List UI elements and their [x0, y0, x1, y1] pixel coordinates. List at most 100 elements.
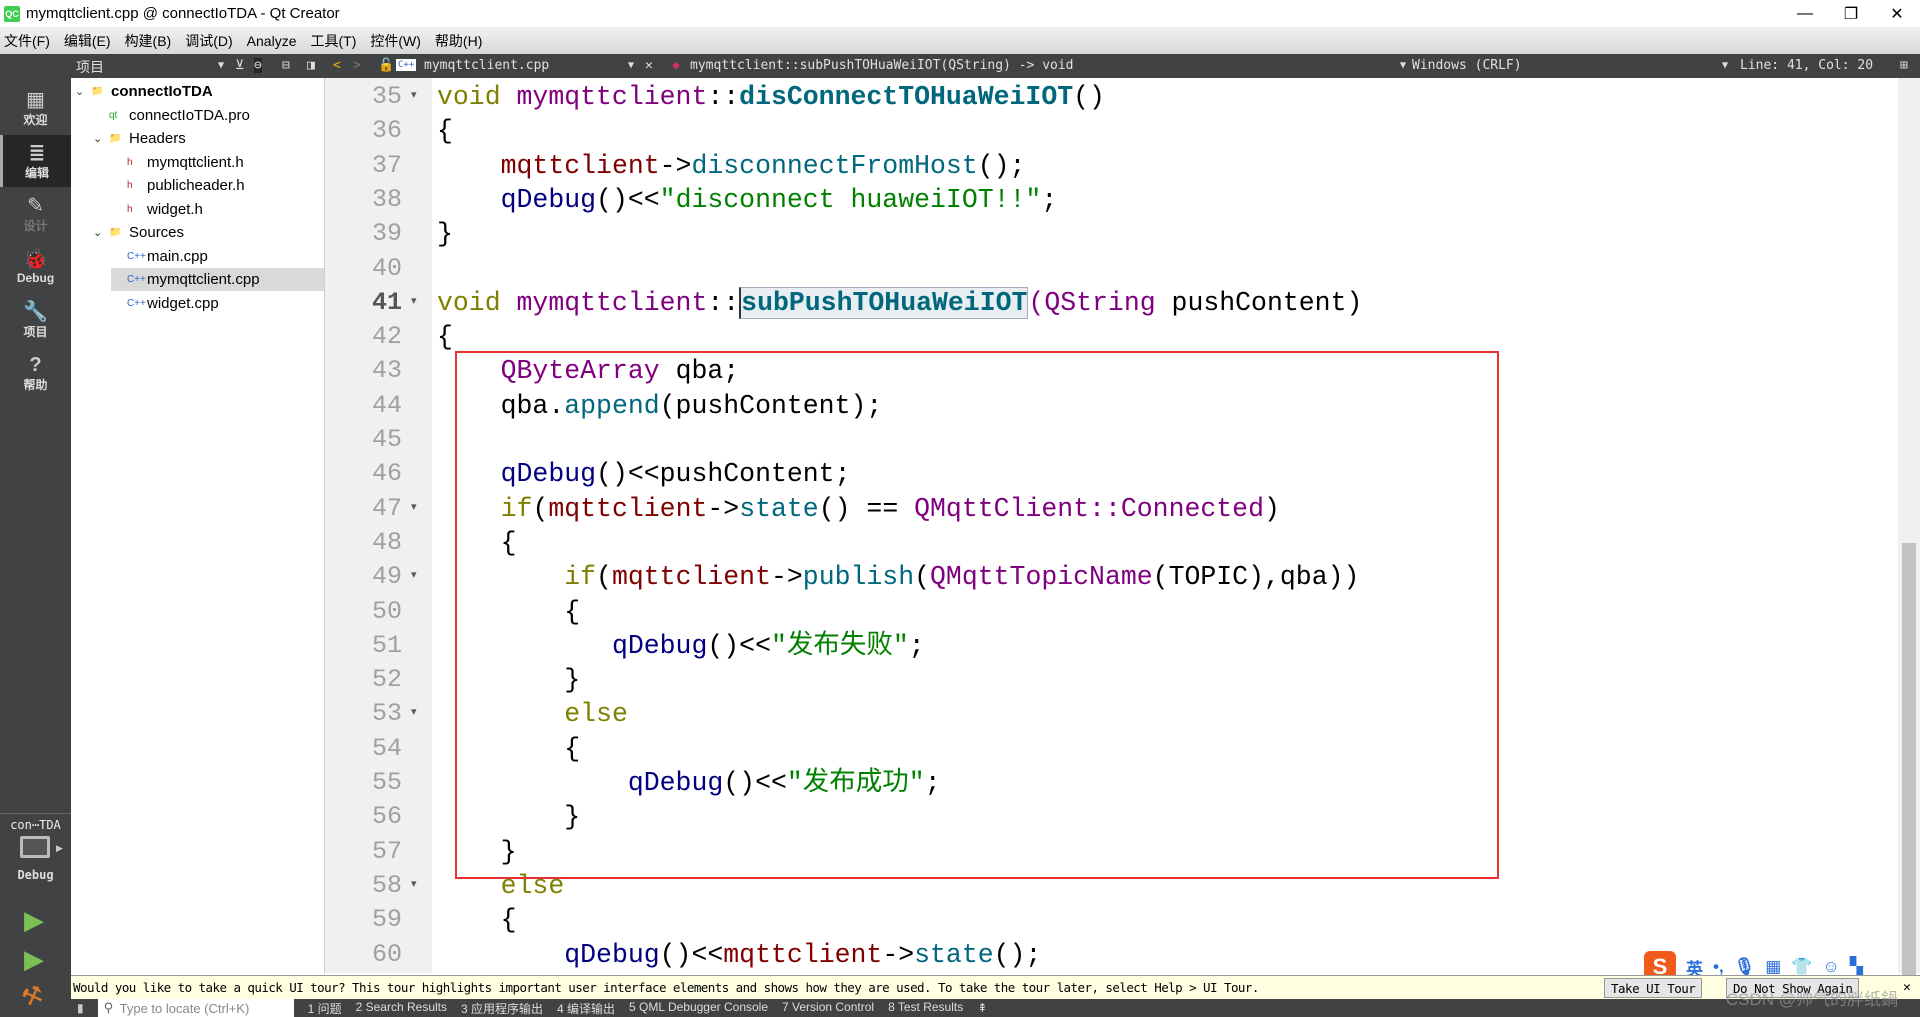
- fold-marker-icon[interactable]: ▾: [411, 705, 417, 718]
- close-file-icon[interactable]: ✕: [645, 58, 653, 73]
- code-line[interactable]: mqttclient->disconnectFromHost();: [437, 149, 1026, 183]
- tree-item-label: main.cpp: [147, 247, 208, 265]
- skin-icon[interactable]: 👕: [1791, 957, 1812, 977]
- code-token: ->: [659, 150, 692, 181]
- fold-marker-icon[interactable]: ▾: [411, 88, 417, 101]
- code-token: {: [437, 322, 453, 353]
- back-icon[interactable]: <: [333, 58, 341, 73]
- mode-编辑[interactable]: ≣ 编辑: [0, 135, 71, 187]
- scrollbar-thumb[interactable]: [1902, 543, 1916, 978]
- line-number: 54: [371, 733, 402, 763]
- menu-item[interactable]: 帮助(H): [435, 31, 482, 51]
- output-pane-tab[interactable]: 5 QML Debugger Console: [629, 1000, 768, 1017]
- tree-item[interactable]: ⌄ 📁 connectIoTDA: [75, 80, 324, 103]
- menu-item[interactable]: 工具(T): [310, 31, 356, 51]
- output-pane-tab[interactable]: 3 应用程序输出: [461, 1000, 543, 1017]
- code-line[interactable]: {: [437, 114, 453, 148]
- menu-item[interactable]: 调试(D): [185, 31, 232, 51]
- mode-项目[interactable]: 🔧 项目: [0, 294, 71, 346]
- run-icon[interactable]: ▶: [24, 905, 44, 936]
- forward-icon[interactable]: >: [353, 58, 361, 73]
- output-pane-tab[interactable]: 7 Version Control: [782, 1000, 874, 1017]
- mode-欢迎[interactable]: ▦ 欢迎: [0, 82, 71, 134]
- output-pane-tab[interactable]: 1 问题: [308, 1000, 342, 1017]
- tree-item[interactable]: C++ mymqttclient.cpp: [111, 268, 324, 291]
- split-editor-icon[interactable]: ⊞: [1900, 58, 1908, 73]
- menu-item[interactable]: Analyze: [247, 33, 297, 49]
- menu-item[interactable]: 控件(W): [370, 31, 421, 51]
- close-button[interactable]: ✕: [1874, 0, 1920, 27]
- toggle-sidebar-icon[interactable]: ▮: [77, 1001, 84, 1015]
- tree-item[interactable]: h publicheader.h: [111, 174, 324, 197]
- tree-item[interactable]: C++ widget.cpp: [111, 292, 324, 315]
- chevron-down-icon[interactable]: ⌄: [75, 85, 91, 98]
- code-line[interactable]: void mymqttclient::disConnectTOHuaWeiIOT…: [437, 80, 1105, 114]
- output-pane-tab[interactable]: 2 Search Results: [356, 1000, 447, 1017]
- monitor-icon[interactable]: [20, 836, 50, 858]
- code-line[interactable]: {: [437, 320, 453, 354]
- code-line[interactable]: void mymqttclient::subPushTOHuaWeiIOT(QS…: [437, 286, 1362, 320]
- mode-设计[interactable]: ✎ 设计: [0, 188, 71, 240]
- menu-item[interactable]: 编辑(E): [64, 31, 111, 51]
- code-line[interactable]: qDebug()<<"disconnect huaweiIOT!!";: [437, 183, 1058, 217]
- output-pane-tab[interactable]: 8 Test Results: [888, 1000, 963, 1017]
- code-token: void: [437, 82, 517, 112]
- chevron-down-icon[interactable]: ⌄: [93, 132, 109, 145]
- tree-item[interactable]: C++ main.cpp: [111, 245, 324, 268]
- fold-marker-icon[interactable]: ▾: [411, 500, 417, 513]
- punctuation-icon[interactable]: •,: [1713, 957, 1724, 977]
- fold-marker-icon[interactable]: ▾: [411, 877, 417, 890]
- line-ending-selector[interactable]: Windows (CRLF): [1412, 58, 1522, 73]
- minimize-button[interactable]: —: [1782, 0, 1828, 27]
- lock-icon: 🔓: [378, 58, 395, 73]
- keyboard-icon[interactable]: ▦: [1765, 957, 1781, 977]
- close-infobar-icon[interactable]: ✕: [1903, 980, 1911, 995]
- chevron-down-icon[interactable]: ⌄: [93, 226, 109, 239]
- link-icon[interactable]: ⊖: [254, 58, 262, 73]
- position-dropdown-arrow-icon[interactable]: ▼: [1722, 60, 1728, 71]
- pane-menu-arrow-icon[interactable]: ⇞: [977, 1001, 987, 1015]
- pencil-icon: ✎: [27, 194, 44, 217]
- mode-帮助[interactable]: ? 帮助: [0, 347, 71, 399]
- cpp-file-icon: C++: [396, 59, 417, 71]
- code-line[interactable]: }: [437, 217, 453, 251]
- tree-item[interactable]: qt connectIoTDA.pro: [93, 104, 324, 127]
- open-file-name[interactable]: mymqttclient.cpp: [424, 58, 549, 73]
- file-dropdown-arrow-icon[interactable]: ▼: [628, 60, 634, 71]
- symbol-selector[interactable]: mymqttclient::subPushTOHuaWeiIOT(QString…: [690, 58, 1074, 73]
- vertical-scrollbar[interactable]: [1898, 78, 1920, 978]
- close-sidebar-icon[interactable]: ◨: [307, 58, 315, 73]
- pro-file-icon: qt: [109, 109, 118, 121]
- build-hammer-icon[interactable]: ⚒: [18, 979, 48, 1014]
- menu-item[interactable]: 文件(F): [4, 31, 50, 51]
- kit-arrow-icon[interactable]: ▶: [56, 843, 63, 854]
- tree-item[interactable]: ⌄ 📁 Headers: [93, 127, 324, 150]
- filter-icon[interactable]: ⊻: [235, 58, 245, 73]
- code-token: mqttclient: [723, 939, 883, 970]
- cursor-position[interactable]: Line: 41, Col: 20: [1740, 58, 1873, 73]
- tree-item-label: publicheader.h: [147, 177, 245, 194]
- mode-label: 项目: [23, 324, 48, 339]
- locator-input[interactable]: ⚲ Type to locate (Ctrl+K): [97, 999, 294, 1017]
- menu-item[interactable]: 构建(B): [125, 31, 172, 51]
- output-pane-tab[interactable]: 4 编译输出: [557, 1000, 615, 1017]
- tree-item[interactable]: h mymqttclient.h: [111, 151, 324, 174]
- split-icon[interactable]: ⊟: [282, 58, 290, 73]
- toolbox-icon[interactable]: ▚: [1850, 957, 1863, 977]
- code-line[interactable]: qDebug()<<mqttclient->state();: [437, 938, 1041, 972]
- emoji-icon[interactable]: ☺: [1823, 957, 1840, 977]
- take-ui-tour-button[interactable]: Take UI Tour: [1604, 978, 1703, 998]
- code-token: (QString: [1028, 287, 1172, 318]
- restore-button[interactable]: ❐: [1828, 0, 1874, 27]
- h-file-icon: h: [127, 156, 133, 168]
- encoding-dropdown-arrow-icon[interactable]: ▼: [1400, 60, 1406, 71]
- mode-Debug[interactable]: 🐞 Debug: [0, 241, 71, 293]
- panel-dropdown-arrow-icon[interactable]: ▼: [218, 60, 224, 71]
- tree-item[interactable]: ⌄ 📁 Sources: [93, 221, 324, 244]
- tree-item[interactable]: h widget.h: [111, 198, 324, 221]
- fold-marker-icon[interactable]: ▾: [411, 568, 417, 581]
- debug-run-icon[interactable]: ▶: [24, 944, 44, 975]
- microphone-icon[interactable]: 🎙: [1734, 957, 1756, 977]
- code-line[interactable]: {: [437, 903, 517, 937]
- fold-marker-icon[interactable]: ▾: [411, 294, 417, 307]
